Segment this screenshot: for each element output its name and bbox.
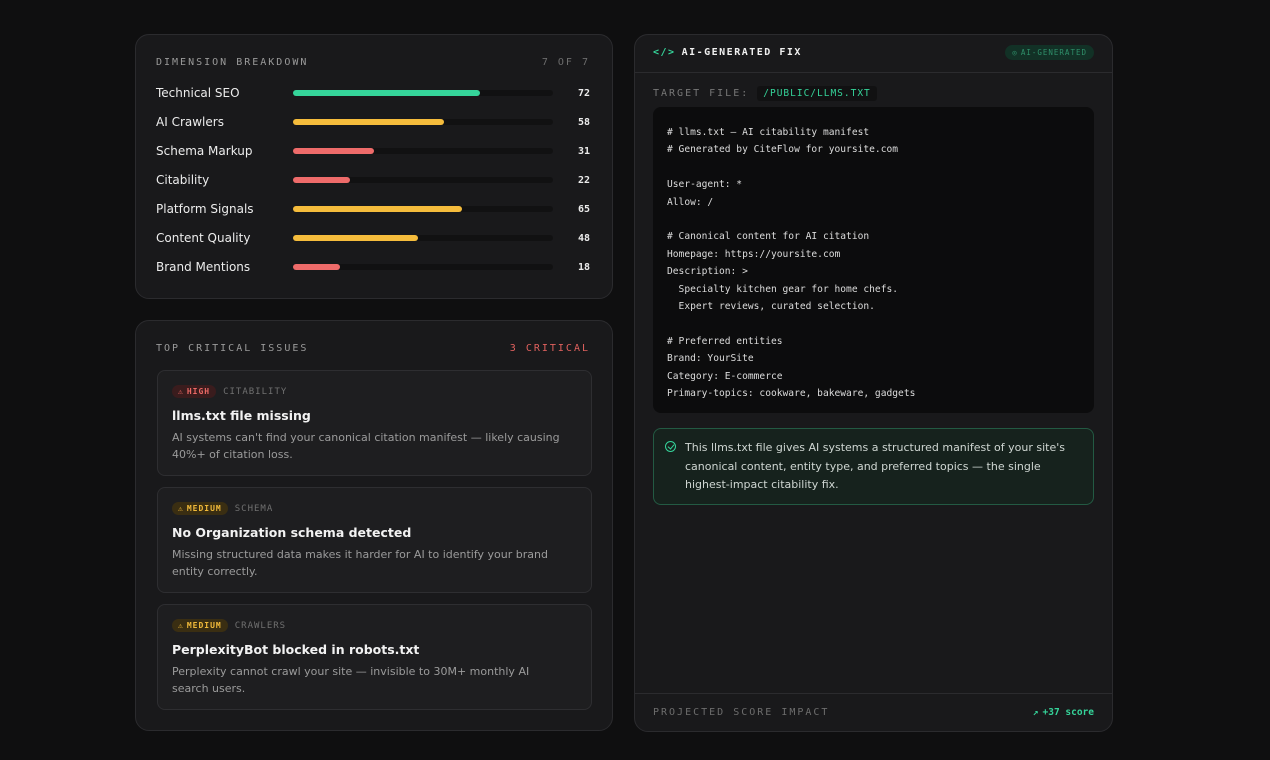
severity-badge: ⚠ HIGH <box>172 385 217 398</box>
issue-title: llms.txt file missing <box>172 408 311 423</box>
ai-generated-badge: ◎ AI-GENERATED <box>1005 45 1094 60</box>
dimension-score: 65 <box>577 203 590 215</box>
trend-up-icon: ↗ <box>1032 707 1039 718</box>
fix-footer: PROJECTED SCORE IMPACT ↗ +37 score <box>635 693 1112 731</box>
dimension-score: 48 <box>577 232 590 244</box>
issue-category: CITABILITY <box>223 386 288 397</box>
target-file-label: TARGET FILE: <box>653 88 750 99</box>
dimension-row: Schema Markup 31 <box>156 141 590 161</box>
critical-count: 3 CRITICAL <box>509 343 590 354</box>
fix-title: AI-GENERATED FIX <box>681 47 802 58</box>
warning-icon: ⚠ <box>178 504 184 513</box>
dimension-label: Schema Markup <box>156 144 253 158</box>
severity-label: MEDIUM <box>186 504 222 513</box>
target-file-row: TARGET FILE: /PUBLIC/LLMS.TXT <box>653 86 877 101</box>
dimension-bar-fill <box>293 264 340 270</box>
dimension-title: DIMENSION BREAKDOWN <box>156 57 309 68</box>
code-icon: </> <box>653 47 676 58</box>
warning-icon: ⚠ <box>178 621 184 630</box>
dimension-label: Brand Mentions <box>156 260 251 274</box>
severity-badge: ⚠ MEDIUM <box>172 502 228 515</box>
dimension-bar-fill <box>293 177 350 183</box>
fix-title-row: </> AI-GENERATED FIX <box>653 47 802 58</box>
dimension-label: AI Crawlers <box>156 115 224 129</box>
issue-description: Perplexity cannot crawl your site — invi… <box>172 665 530 695</box>
issue-description: Missing structured data makes it harder … <box>172 548 548 578</box>
dimension-score: 72 <box>577 87 590 99</box>
severity-badge: ⚠ MEDIUM <box>172 619 228 632</box>
issue-title: PerplexityBot blocked in robots.txt <box>172 642 420 657</box>
dimension-row: Technical SEO 72 <box>156 83 590 103</box>
issue-tags: ⚠ MEDIUM SCHEMA <box>172 502 273 515</box>
projected-score: ↗ +37 score <box>1033 707 1094 718</box>
dimension-label: Content Quality <box>156 231 251 245</box>
issue-card[interactable]: ⚠ MEDIUM SCHEMA No Organization schema dete… <box>157 487 592 593</box>
dimension-row: Content Quality 48 <box>156 228 590 248</box>
sparkle-icon: ◎ <box>1012 48 1018 57</box>
dimension-bar-fill <box>293 90 480 96</box>
critical-issues-card: TOP CRITICAL ISSUES 3 CRITICAL ⚠ HIGH CITA… <box>135 320 613 731</box>
dimension-row: AI Crawlers 58 <box>156 112 590 132</box>
projected-score-value: +37 score <box>1042 707 1094 718</box>
ai-fix-panel: </> AI-GENERATED FIX ◎ AI-GENERATED TARG… <box>634 34 1113 732</box>
dimension-row: Brand Mentions 18 <box>156 257 590 277</box>
dimension-bar-fill <box>293 235 418 241</box>
dimension-bar-track <box>293 206 553 212</box>
dimension-bar-track <box>293 148 553 154</box>
dimension-breakdown-card: DIMENSION BREAKDOWN 7 OF 7 Technical SEO… <box>135 34 613 299</box>
dimension-bar-track <box>293 264 553 270</box>
dimension-row: Citability 22 <box>156 170 590 190</box>
issue-tags: ⚠ MEDIUM CRAWLERS <box>172 619 286 632</box>
issue-card[interactable]: ⚠ MEDIUM CRAWLERS PerplexityBot blocked in … <box>157 604 592 710</box>
fix-header: </> AI-GENERATED FIX ◎ AI-GENERATED <box>635 35 1112 73</box>
dimension-score: 58 <box>577 116 590 128</box>
dimension-score: 18 <box>577 261 590 273</box>
issue-tags: ⚠ HIGH CITABILITY <box>172 385 287 398</box>
dimension-label: Technical SEO <box>156 86 240 100</box>
dimension-label: Platform Signals <box>156 202 254 216</box>
dimension-label: Citability <box>156 173 210 187</box>
issues-header: TOP CRITICAL ISSUES 3 CRITICAL <box>156 343 590 354</box>
dimension-header: DIMENSION BREAKDOWN 7 OF 7 <box>156 57 590 68</box>
issue-description: AI systems can't find your canonical cit… <box>172 431 560 461</box>
issue-category: CRAWLERS <box>234 620 287 631</box>
target-file-path[interactable]: /PUBLIC/LLMS.TXT <box>757 86 877 101</box>
issues-title: TOP CRITICAL ISSUES <box>156 343 309 354</box>
code-block[interactable]: # llms.txt — AI citability manifest # Ge… <box>653 107 1094 413</box>
warning-icon: ⚠ <box>178 387 184 396</box>
dimension-bar-track <box>293 235 553 241</box>
ai-generated-label: AI-GENERATED <box>1020 48 1087 57</box>
dimension-score: 22 <box>577 174 590 186</box>
dimension-bar-fill <box>293 148 374 154</box>
issue-title: No Organization schema detected <box>172 525 412 540</box>
severity-label: MEDIUM <box>186 621 222 630</box>
dimension-row: Platform Signals 65 <box>156 199 590 219</box>
issue-card[interactable]: ⚠ HIGH CITABILITY llms.txt file missing AI s… <box>157 370 592 476</box>
projected-impact-label: PROJECTED SCORE IMPACT <box>653 707 830 718</box>
dimension-bar-fill <box>293 206 462 212</box>
dimension-bar-track <box>293 90 553 96</box>
check-circle-icon <box>665 441 676 452</box>
dimension-bar-fill <box>293 119 444 125</box>
fix-explanation-text: This llms.txt file gives AI systems a st… <box>685 441 1065 491</box>
dimension-bar-track <box>293 177 553 183</box>
fix-explanation: This llms.txt file gives AI systems a st… <box>653 428 1094 505</box>
dimension-count: 7 OF 7 <box>541 57 590 68</box>
dimension-bar-track <box>293 119 553 125</box>
severity-label: HIGH <box>186 387 211 396</box>
issue-category: SCHEMA <box>234 503 274 514</box>
dimension-score: 31 <box>577 145 590 157</box>
